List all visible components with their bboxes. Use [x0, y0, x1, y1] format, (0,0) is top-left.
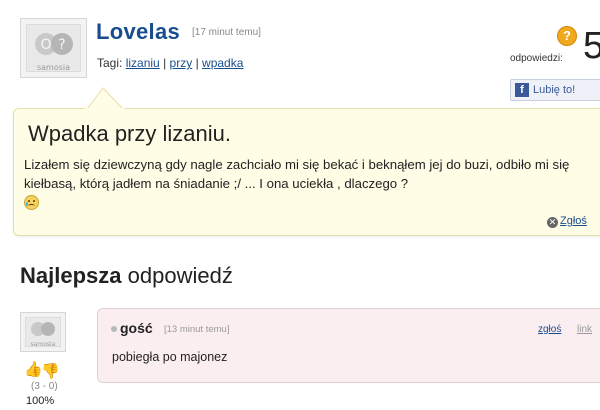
- svg-text:?: ?: [58, 37, 65, 53]
- tag-separator: |: [195, 56, 199, 70]
- like-label: Lubię to!: [533, 84, 576, 96]
- guest-dot-icon: [111, 326, 117, 332]
- report-question-link[interactable]: Zgłoś: [546, 215, 587, 227]
- avatar-logo-icon: O ?: [34, 33, 73, 55]
- answers-label: odpowiedzi:: [510, 53, 563, 64]
- question-author[interactable]: Lovelas: [96, 19, 180, 45]
- question-time: [17 minut temu]: [192, 27, 261, 38]
- answer-text: pobiegła po majonez: [112, 350, 228, 364]
- report-answer-link[interactable]: zgłoś: [538, 324, 561, 335]
- avatar-logo-icon: [31, 322, 55, 336]
- answers-bubble-icon: ?: [557, 26, 577, 46]
- user-avatar[interactable]: O ? samosia: [20, 18, 87, 78]
- tag-separator: |: [163, 56, 167, 70]
- answer-author: gość: [120, 320, 153, 336]
- avatar-brand: samosia: [36, 63, 71, 72]
- sad-emoji-icon: [24, 195, 39, 210]
- tags-line: Tagi: lizaniu | przy | wpadka: [97, 56, 243, 70]
- vote-count: (3 - 0): [31, 381, 58, 392]
- tag-link-przy[interactable]: przy: [170, 56, 193, 70]
- thumb-up-icon[interactable]: 👍: [24, 360, 43, 378]
- question-title: Wpadka przy lizaniu.: [28, 121, 231, 146]
- avatar-brand: samosia: [30, 341, 56, 348]
- tags-label: Tagi:: [97, 56, 123, 70]
- tag-link-wpadka[interactable]: wpadka: [202, 56, 243, 70]
- vote-percent: 100%: [26, 395, 55, 407]
- question-body: Lizałem się dziewczyną gdy nagle zachcia…: [24, 157, 570, 191]
- best-answer-heading-rest: odpowiedź: [127, 263, 233, 288]
- answer-avatar[interactable]: samosia: [20, 312, 66, 352]
- answer-time: [13 minut temu]: [164, 324, 230, 335]
- tag-link-lizaniu[interactable]: lizaniu: [126, 56, 160, 70]
- facebook-like-button[interactable]: f Lubię to!: [510, 79, 600, 101]
- facebook-icon: f: [515, 83, 529, 97]
- svg-text:O: O: [40, 37, 51, 53]
- answers-count: 5: [583, 25, 600, 67]
- answer-permalink[interactable]: link: [577, 324, 592, 335]
- thumb-down-icon[interactable]: 👎: [41, 362, 60, 380]
- bubble-tail: [85, 87, 125, 110]
- report-label: Zgłoś: [560, 215, 587, 227]
- best-answer-heading-bold: Najlepsza: [20, 263, 122, 288]
- answer-box: [97, 308, 600, 383]
- best-answer-heading: Najlepsza odpowiedź: [20, 263, 233, 289]
